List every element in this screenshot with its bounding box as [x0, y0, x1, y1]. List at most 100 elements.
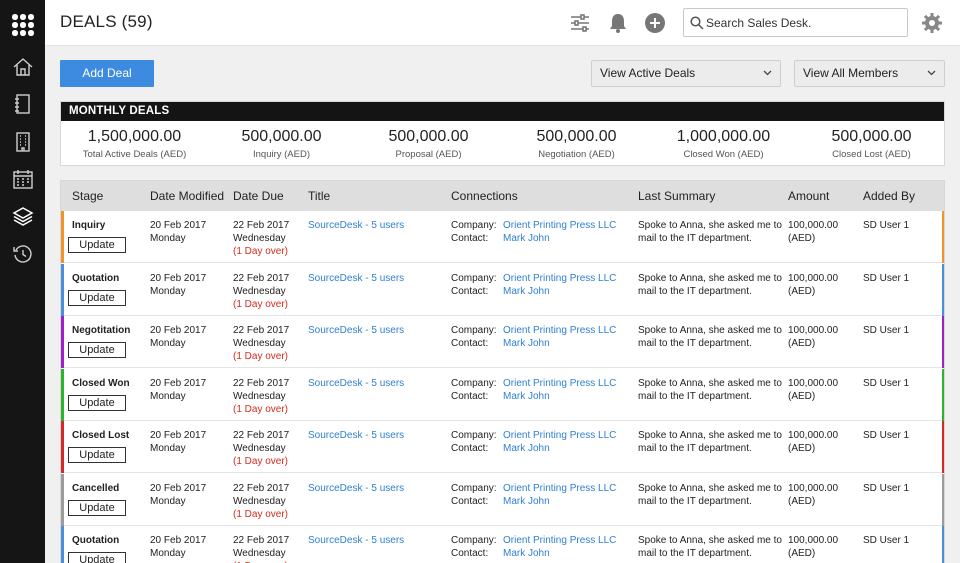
- notebook-icon[interactable]: [12, 93, 34, 115]
- stage-color-bar: [942, 526, 944, 563]
- date-modified: 20 Feb 2017 Monday: [150, 482, 206, 508]
- table-header: Stage Date Modified Date Due Title Conne…: [61, 181, 944, 211]
- connection-values: Orient Printing Press LLC Mark John: [503, 534, 616, 560]
- stage-color-bar: [61, 473, 64, 526]
- company-link[interactable]: Orient Printing Press LLC: [503, 377, 616, 390]
- summary-line: Spoke to Anna, she asked me to: [638, 377, 782, 389]
- company-link[interactable]: Orient Printing Press LLC: [503, 219, 616, 232]
- column-header-last-summary[interactable]: Last Summary: [638, 189, 715, 203]
- stage-color-bar: [942, 368, 944, 421]
- date-due-day: Wednesday: [233, 338, 286, 349]
- deal-title-link[interactable]: SourceDesk - 5 users: [308, 482, 404, 495]
- search-box[interactable]: [683, 8, 908, 37]
- column-header-connections[interactable]: Connections: [451, 189, 518, 203]
- contact-label: Contact:: [451, 233, 489, 244]
- date-due: 22 Feb 2017 Wednesday (1 Day over): [233, 324, 289, 363]
- table-row[interactable]: Negotitation Update 20 Feb 2017 Monday 22 Fe…: [61, 316, 944, 368]
- summary-line: mail to the IT department.: [638, 390, 752, 402]
- connection-values: Orient Printing Press LLC Mark John: [503, 377, 616, 403]
- column-header-title[interactable]: Title: [308, 189, 330, 203]
- last-summary: Spoke to Anna, she asked me to mail to th…: [638, 377, 782, 403]
- update-button[interactable]: Update: [68, 237, 126, 253]
- column-header-added-by[interactable]: Added By: [863, 189, 915, 203]
- table-row[interactable]: Quotation Update 20 Feb 2017 Monday 22 Feb 2…: [61, 263, 944, 316]
- contact-label: Contact:: [451, 548, 489, 559]
- amount-value: 100,000.00: [788, 377, 839, 389]
- table-row[interactable]: Closed Won Update 20 Feb 2017 Monday 22 Feb …: [61, 368, 944, 421]
- company-link[interactable]: Orient Printing Press LLC: [503, 272, 616, 285]
- amount-value: 100,000.00: [788, 430, 839, 441]
- sliders-icon[interactable]: [569, 12, 591, 34]
- date-modified-date: 20 Feb 2017: [150, 377, 207, 389]
- deal-title-link[interactable]: SourceDesk - 5 users: [308, 377, 404, 390]
- column-header-amount[interactable]: Amount: [788, 189, 829, 203]
- deal-title-link[interactable]: SourceDesk - 5 users: [308, 429, 404, 442]
- stage-label: Cancelled: [72, 482, 120, 494]
- date-modified: 20 Feb 2017 Monday: [150, 324, 206, 350]
- page-title: DEALS (59): [60, 12, 153, 31]
- date-modified-day: Monday: [150, 443, 186, 454]
- contact-link[interactable]: Mark John: [503, 390, 616, 403]
- update-button[interactable]: Update: [68, 394, 126, 411]
- column-header-date-modified[interactable]: Date Modified: [150, 189, 224, 203]
- company-link[interactable]: Orient Printing Press LLC: [503, 429, 616, 442]
- date-modified-day: Monday: [150, 338, 186, 349]
- home-icon[interactable]: [12, 56, 34, 78]
- stage-color-bar: [61, 526, 64, 563]
- bell-icon[interactable]: [607, 12, 629, 34]
- table-row[interactable]: Closed Lost Update 20 Feb 2017 Monday 22 Feb…: [61, 421, 944, 473]
- building-icon[interactable]: [12, 131, 34, 153]
- company-link[interactable]: Orient Printing Press LLC: [503, 534, 616, 547]
- company-link[interactable]: Orient Printing Press LLC: [503, 324, 616, 337]
- column-header-date-due[interactable]: Date Due: [233, 189, 284, 203]
- amount-currency: (AED): [788, 443, 816, 454]
- deal-title-link[interactable]: SourceDesk - 5 users: [308, 324, 404, 337]
- update-button[interactable]: Update: [68, 342, 126, 358]
- history-icon[interactable]: [12, 243, 34, 265]
- date-due: 22 Feb 2017 Wednesday (1 Day over): [233, 429, 289, 468]
- connection-labels: Company: Contact:: [451, 429, 497, 455]
- calendar-icon[interactable]: [12, 168, 34, 190]
- layers-icon[interactable]: [12, 205, 34, 227]
- contact-link[interactable]: Mark John: [503, 232, 616, 245]
- connection-labels: Company: Contact:: [451, 377, 497, 403]
- amount: 100,000.00 (AED): [788, 219, 838, 245]
- connection-values: Orient Printing Press LLC Mark John: [503, 219, 616, 245]
- company-link[interactable]: Orient Printing Press LLC: [503, 482, 616, 495]
- app-grid-icon[interactable]: [12, 14, 34, 36]
- summary-line: mail to the IT department.: [638, 548, 752, 559]
- update-button[interactable]: Update: [68, 289, 126, 306]
- contact-link[interactable]: Mark John: [503, 442, 616, 455]
- update-button[interactable]: Update: [68, 447, 126, 463]
- contact-link[interactable]: Mark John: [503, 337, 616, 350]
- amount-value: 100,000.00: [788, 325, 839, 336]
- table-row[interactable]: Quotation Update 20 Feb 2017 Monday 22 Feb 2…: [61, 526, 944, 563]
- deals-table: Stage Date Modified Date Due Title Conne…: [60, 180, 945, 563]
- deal-title-link[interactable]: SourceDesk - 5 users: [308, 272, 404, 285]
- contact-link[interactable]: Mark John: [503, 285, 616, 298]
- column-header-stage[interactable]: Stage: [72, 189, 103, 203]
- contact-link[interactable]: Mark John: [503, 495, 616, 508]
- date-modified: 20 Feb 2017 Monday: [150, 272, 206, 298]
- amount: 100,000.00 (AED): [788, 272, 838, 298]
- table-row[interactable]: Inquiry Update 20 Feb 2017 Monday 22 Feb 201…: [61, 211, 944, 263]
- gear-icon[interactable]: [921, 12, 943, 34]
- connection-values: Orient Printing Press LLC Mark John: [503, 429, 616, 455]
- update-button[interactable]: Update: [68, 499, 126, 516]
- added-by: SD User 1: [863, 220, 910, 231]
- add-deal-button[interactable]: Add Deal: [60, 60, 154, 87]
- contact-link[interactable]: Mark John: [503, 547, 616, 560]
- table-row[interactable]: Cancelled Update 20 Feb 2017 Monday 22 Feb 2…: [61, 473, 944, 526]
- deal-title-link[interactable]: SourceDesk - 5 users: [308, 534, 404, 547]
- added-by: SD User 1: [863, 272, 910, 284]
- search-icon: [690, 16, 704, 30]
- members-dropdown[interactable]: View All Members: [794, 60, 945, 87]
- active-deals-dropdown[interactable]: View Active Deals: [591, 60, 781, 87]
- amount: 100,000.00 (AED): [788, 324, 838, 350]
- add-circle-icon[interactable]: [644, 12, 666, 34]
- stat-value: 500,000.00: [536, 128, 617, 145]
- deal-title-link[interactable]: SourceDesk - 5 users: [308, 219, 404, 232]
- overdue-label: (1 Day over): [233, 403, 289, 415]
- update-button[interactable]: Update: [68, 552, 126, 563]
- search-input[interactable]: [706, 13, 902, 33]
